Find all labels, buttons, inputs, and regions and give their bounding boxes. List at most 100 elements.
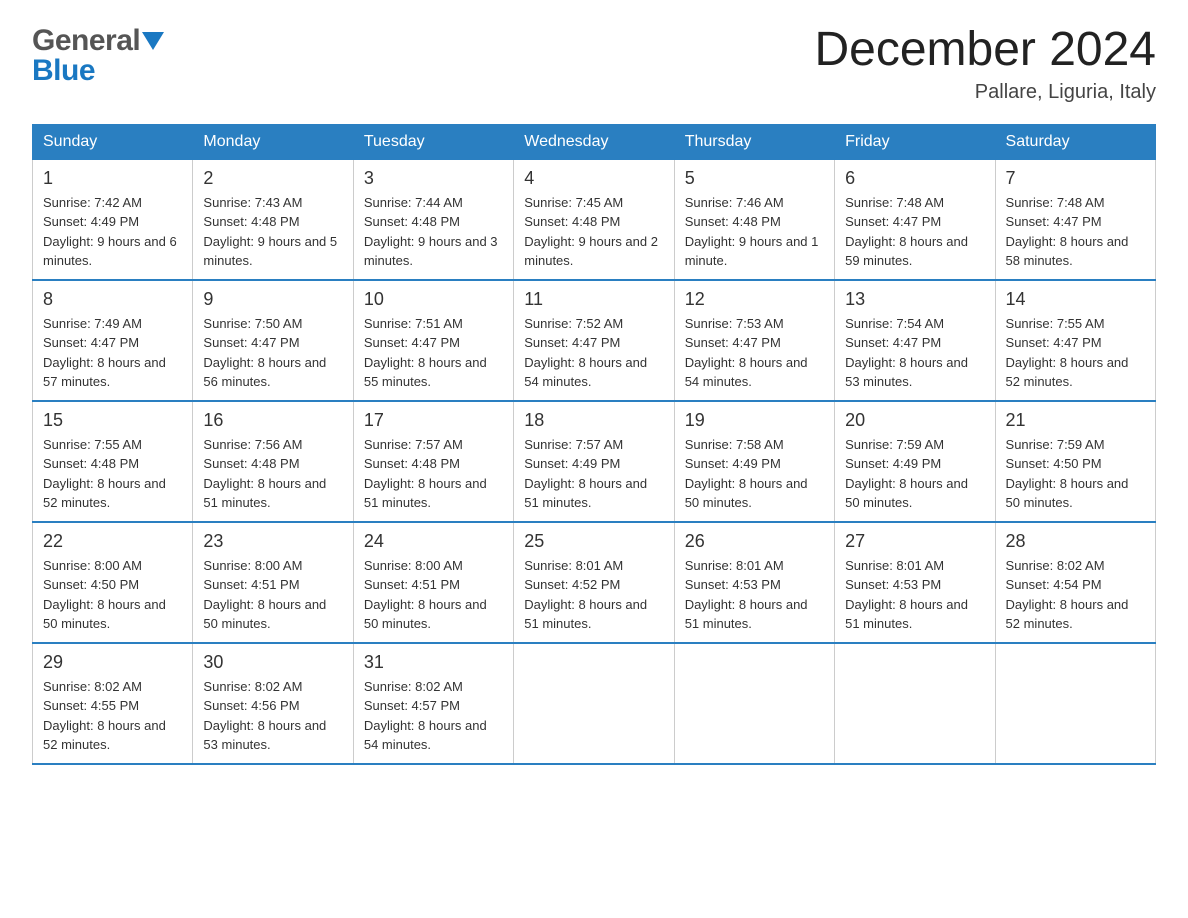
calendar-cell: 26 Sunrise: 8:01 AM Sunset: 4:53 PM Dayl… (674, 522, 834, 643)
day-info: Sunrise: 7:43 AM Sunset: 4:48 PM Dayligh… (203, 193, 342, 271)
calendar-cell (674, 643, 834, 764)
day-info: Sunrise: 7:53 AM Sunset: 4:47 PM Dayligh… (685, 314, 824, 392)
calendar-cell: 8 Sunrise: 7:49 AM Sunset: 4:47 PM Dayli… (33, 280, 193, 401)
day-info: Sunrise: 7:51 AM Sunset: 4:47 PM Dayligh… (364, 314, 503, 392)
calendar-cell: 23 Sunrise: 8:00 AM Sunset: 4:51 PM Dayl… (193, 522, 353, 643)
page-header: General Blue December 2024 Pallare, Ligu… (32, 24, 1156, 104)
calendar-cell: 7 Sunrise: 7:48 AM Sunset: 4:47 PM Dayli… (995, 159, 1155, 280)
calendar-cell: 18 Sunrise: 7:57 AM Sunset: 4:49 PM Dayl… (514, 401, 674, 522)
day-info: Sunrise: 7:46 AM Sunset: 4:48 PM Dayligh… (685, 193, 824, 271)
calendar-cell: 17 Sunrise: 7:57 AM Sunset: 4:48 PM Dayl… (353, 401, 513, 522)
day-number: 18 (524, 410, 663, 431)
calendar-cell: 28 Sunrise: 8:02 AM Sunset: 4:54 PM Dayl… (995, 522, 1155, 643)
calendar-cell: 12 Sunrise: 7:53 AM Sunset: 4:47 PM Dayl… (674, 280, 834, 401)
day-number: 26 (685, 531, 824, 552)
header-friday: Friday (835, 124, 995, 159)
calendar-week-3: 15 Sunrise: 7:55 AM Sunset: 4:48 PM Dayl… (33, 401, 1156, 522)
day-number: 7 (1006, 168, 1145, 189)
calendar-cell: 30 Sunrise: 8:02 AM Sunset: 4:56 PM Dayl… (193, 643, 353, 764)
location: Pallare, Liguria, Italy (814, 81, 1156, 104)
calendar-cell: 11 Sunrise: 7:52 AM Sunset: 4:47 PM Dayl… (514, 280, 674, 401)
day-info: Sunrise: 8:02 AM Sunset: 4:57 PM Dayligh… (364, 677, 503, 755)
day-number: 31 (364, 652, 503, 673)
day-number: 21 (1006, 410, 1145, 431)
calendar-cell: 6 Sunrise: 7:48 AM Sunset: 4:47 PM Dayli… (835, 159, 995, 280)
day-number: 12 (685, 289, 824, 310)
calendar-cell (835, 643, 995, 764)
day-info: Sunrise: 7:49 AM Sunset: 4:47 PM Dayligh… (43, 314, 182, 392)
day-number: 5 (685, 168, 824, 189)
calendar-cell: 21 Sunrise: 7:59 AM Sunset: 4:50 PM Dayl… (995, 401, 1155, 522)
calendar-header: Sunday Monday Tuesday Wednesday Thursday… (33, 124, 1156, 159)
calendar-week-2: 8 Sunrise: 7:49 AM Sunset: 4:47 PM Dayli… (33, 280, 1156, 401)
day-number: 6 (845, 168, 984, 189)
day-info: Sunrise: 7:50 AM Sunset: 4:47 PM Dayligh… (203, 314, 342, 392)
day-info: Sunrise: 7:58 AM Sunset: 4:49 PM Dayligh… (685, 435, 824, 513)
day-info: Sunrise: 7:54 AM Sunset: 4:47 PM Dayligh… (845, 314, 984, 392)
day-info: Sunrise: 7:57 AM Sunset: 4:49 PM Dayligh… (524, 435, 663, 513)
calendar-cell: 27 Sunrise: 8:01 AM Sunset: 4:53 PM Dayl… (835, 522, 995, 643)
day-info: Sunrise: 7:48 AM Sunset: 4:47 PM Dayligh… (1006, 193, 1145, 271)
day-info: Sunrise: 7:55 AM Sunset: 4:47 PM Dayligh… (1006, 314, 1145, 392)
day-info: Sunrise: 8:02 AM Sunset: 4:56 PM Dayligh… (203, 677, 342, 755)
calendar-cell: 1 Sunrise: 7:42 AM Sunset: 4:49 PM Dayli… (33, 159, 193, 280)
day-number: 22 (43, 531, 182, 552)
calendar-week-1: 1 Sunrise: 7:42 AM Sunset: 4:49 PM Dayli… (33, 159, 1156, 280)
day-number: 27 (845, 531, 984, 552)
title-area: December 2024 Pallare, Liguria, Italy (814, 24, 1156, 104)
day-number: 28 (1006, 531, 1145, 552)
calendar-cell: 2 Sunrise: 7:43 AM Sunset: 4:48 PM Dayli… (193, 159, 353, 280)
calendar-body: 1 Sunrise: 7:42 AM Sunset: 4:49 PM Dayli… (33, 159, 1156, 764)
calendar-table: Sunday Monday Tuesday Wednesday Thursday… (32, 124, 1156, 765)
calendar-cell: 14 Sunrise: 7:55 AM Sunset: 4:47 PM Dayl… (995, 280, 1155, 401)
calendar-cell: 24 Sunrise: 8:00 AM Sunset: 4:51 PM Dayl… (353, 522, 513, 643)
calendar-cell: 9 Sunrise: 7:50 AM Sunset: 4:47 PM Dayli… (193, 280, 353, 401)
logo-arrow-icon (142, 32, 164, 55)
header-thursday: Thursday (674, 124, 834, 159)
calendar-cell: 29 Sunrise: 8:02 AM Sunset: 4:55 PM Dayl… (33, 643, 193, 764)
day-number: 19 (685, 410, 824, 431)
day-number: 17 (364, 410, 503, 431)
day-info: Sunrise: 7:55 AM Sunset: 4:48 PM Dayligh… (43, 435, 182, 513)
day-info: Sunrise: 7:57 AM Sunset: 4:48 PM Dayligh… (364, 435, 503, 513)
calendar-cell: 20 Sunrise: 7:59 AM Sunset: 4:49 PM Dayl… (835, 401, 995, 522)
calendar-cell: 19 Sunrise: 7:58 AM Sunset: 4:49 PM Dayl… (674, 401, 834, 522)
header-wednesday: Wednesday (514, 124, 674, 159)
day-info: Sunrise: 8:01 AM Sunset: 4:53 PM Dayligh… (685, 556, 824, 634)
day-info: Sunrise: 8:00 AM Sunset: 4:51 PM Dayligh… (203, 556, 342, 634)
day-number: 8 (43, 289, 182, 310)
header-tuesday: Tuesday (353, 124, 513, 159)
calendar-cell: 5 Sunrise: 7:46 AM Sunset: 4:48 PM Dayli… (674, 159, 834, 280)
day-info: Sunrise: 7:52 AM Sunset: 4:47 PM Dayligh… (524, 314, 663, 392)
day-number: 3 (364, 168, 503, 189)
day-number: 20 (845, 410, 984, 431)
day-number: 11 (524, 289, 663, 310)
calendar-cell: 10 Sunrise: 7:51 AM Sunset: 4:47 PM Dayl… (353, 280, 513, 401)
day-info: Sunrise: 7:45 AM Sunset: 4:48 PM Dayligh… (524, 193, 663, 271)
day-number: 24 (364, 531, 503, 552)
day-number: 14 (1006, 289, 1145, 310)
day-number: 9 (203, 289, 342, 310)
month-title: December 2024 (814, 24, 1156, 77)
day-number: 23 (203, 531, 342, 552)
calendar-cell (995, 643, 1155, 764)
calendar-cell: 16 Sunrise: 7:56 AM Sunset: 4:48 PM Dayl… (193, 401, 353, 522)
calendar-week-5: 29 Sunrise: 8:02 AM Sunset: 4:55 PM Dayl… (33, 643, 1156, 764)
day-number: 25 (524, 531, 663, 552)
day-number: 4 (524, 168, 663, 189)
logo-general: General (32, 24, 140, 58)
header-row: Sunday Monday Tuesday Wednesday Thursday… (33, 124, 1156, 159)
day-info: Sunrise: 8:00 AM Sunset: 4:51 PM Dayligh… (364, 556, 503, 634)
day-info: Sunrise: 7:56 AM Sunset: 4:48 PM Dayligh… (203, 435, 342, 513)
day-info: Sunrise: 7:59 AM Sunset: 4:50 PM Dayligh… (1006, 435, 1145, 513)
day-number: 1 (43, 168, 182, 189)
day-info: Sunrise: 7:42 AM Sunset: 4:49 PM Dayligh… (43, 193, 182, 271)
day-info: Sunrise: 8:01 AM Sunset: 4:52 PM Dayligh… (524, 556, 663, 634)
calendar-cell: 31 Sunrise: 8:02 AM Sunset: 4:57 PM Dayl… (353, 643, 513, 764)
day-number: 15 (43, 410, 182, 431)
logo: General Blue (32, 24, 164, 88)
header-saturday: Saturday (995, 124, 1155, 159)
day-number: 10 (364, 289, 503, 310)
day-info: Sunrise: 8:01 AM Sunset: 4:53 PM Dayligh… (845, 556, 984, 634)
day-number: 13 (845, 289, 984, 310)
